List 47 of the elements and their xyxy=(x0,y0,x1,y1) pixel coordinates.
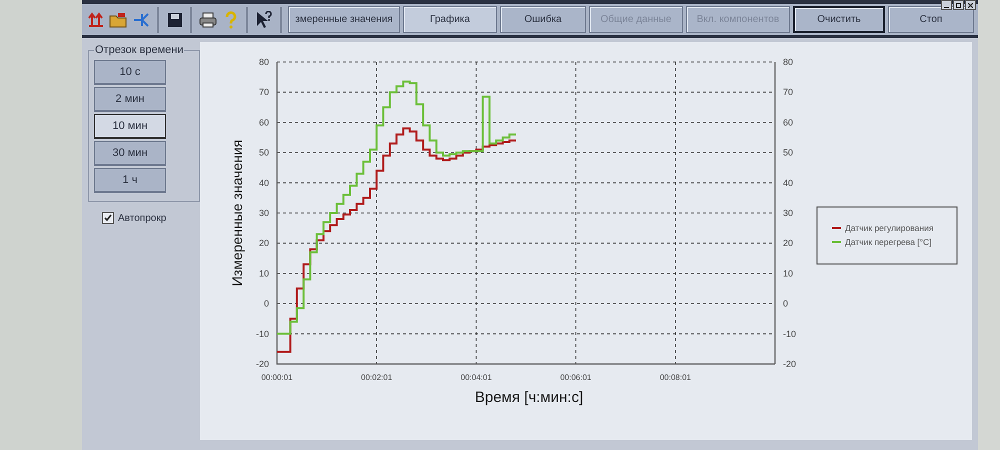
range-button[interactable]: 10 мин xyxy=(94,114,166,139)
axis-tick-label: 80 xyxy=(258,57,269,67)
axis-tick-label: 00:06:01 xyxy=(560,373,592,382)
axis-tick-label: 60 xyxy=(258,117,269,128)
axis-tick-label: 00:02:01 xyxy=(361,373,392,382)
tab-button[interactable]: Ошибка xyxy=(500,6,586,33)
range-button[interactable]: 30 мин xyxy=(94,141,166,166)
axis-tick-label: 50 xyxy=(258,148,269,158)
axis-tick-label: 0 xyxy=(783,298,788,309)
axis-tick-label: -20 xyxy=(256,359,269,369)
axis-tick-label: 80 xyxy=(783,57,794,67)
axis-tick-label: 00:04:01 xyxy=(460,373,492,382)
tab-button[interactable]: Очистить xyxy=(792,6,885,33)
axis-tick-label: 00:00:01 xyxy=(261,373,293,382)
axis-tick-label: -10 xyxy=(783,328,796,339)
axis-title: Время [ч:мин:с] xyxy=(474,389,584,406)
axis-tick-label: 70 xyxy=(258,87,269,98)
range-button[interactable]: 1 ч xyxy=(94,168,166,193)
axis-tick-label: 30 xyxy=(258,208,269,218)
axis-tick-label: 40 xyxy=(258,178,269,188)
checkbox-label: Автопрокр xyxy=(118,212,166,224)
maximize-icon[interactable] xyxy=(953,0,964,10)
tab-button[interactable]: змеренные значения xyxy=(288,6,400,33)
minimize-icon[interactable] xyxy=(941,0,952,10)
axis-tick-label: 50 xyxy=(783,148,794,158)
axis-tick-label: 00:08:01 xyxy=(660,373,691,382)
close-icon[interactable] xyxy=(965,0,976,10)
tab-button[interactable]: Графика xyxy=(402,6,497,33)
axis-title: Измеренные значения xyxy=(229,140,245,286)
axis-tick-label: 70 xyxy=(783,87,794,98)
axis-tick-label: 10 xyxy=(258,268,269,278)
axis-tick-label: 10 xyxy=(783,268,794,278)
range-button[interactable]: 2 мин xyxy=(94,87,166,112)
axis-tick-label: 60 xyxy=(783,117,794,128)
tab-button[interactable]: Стоп xyxy=(888,6,974,33)
axis-tick-label: -20 xyxy=(783,359,796,369)
axis-tick-label: 0 xyxy=(264,298,269,309)
checkbox[interactable] xyxy=(102,212,114,224)
axis-tick-label: 30 xyxy=(783,208,794,218)
legend-label: Датчик перегрева [°C] xyxy=(845,237,932,247)
axis-tick-label: -10 xyxy=(256,328,269,339)
range-button[interactable]: 10 с xyxy=(94,60,166,85)
group-title: Отрезок времени xyxy=(94,44,184,56)
legend-label: Датчик регулирования xyxy=(845,223,934,233)
axis-tick-label: 20 xyxy=(258,238,269,248)
axis-tick-label: 20 xyxy=(783,238,794,248)
axis-tick-label: 40 xyxy=(783,178,794,188)
